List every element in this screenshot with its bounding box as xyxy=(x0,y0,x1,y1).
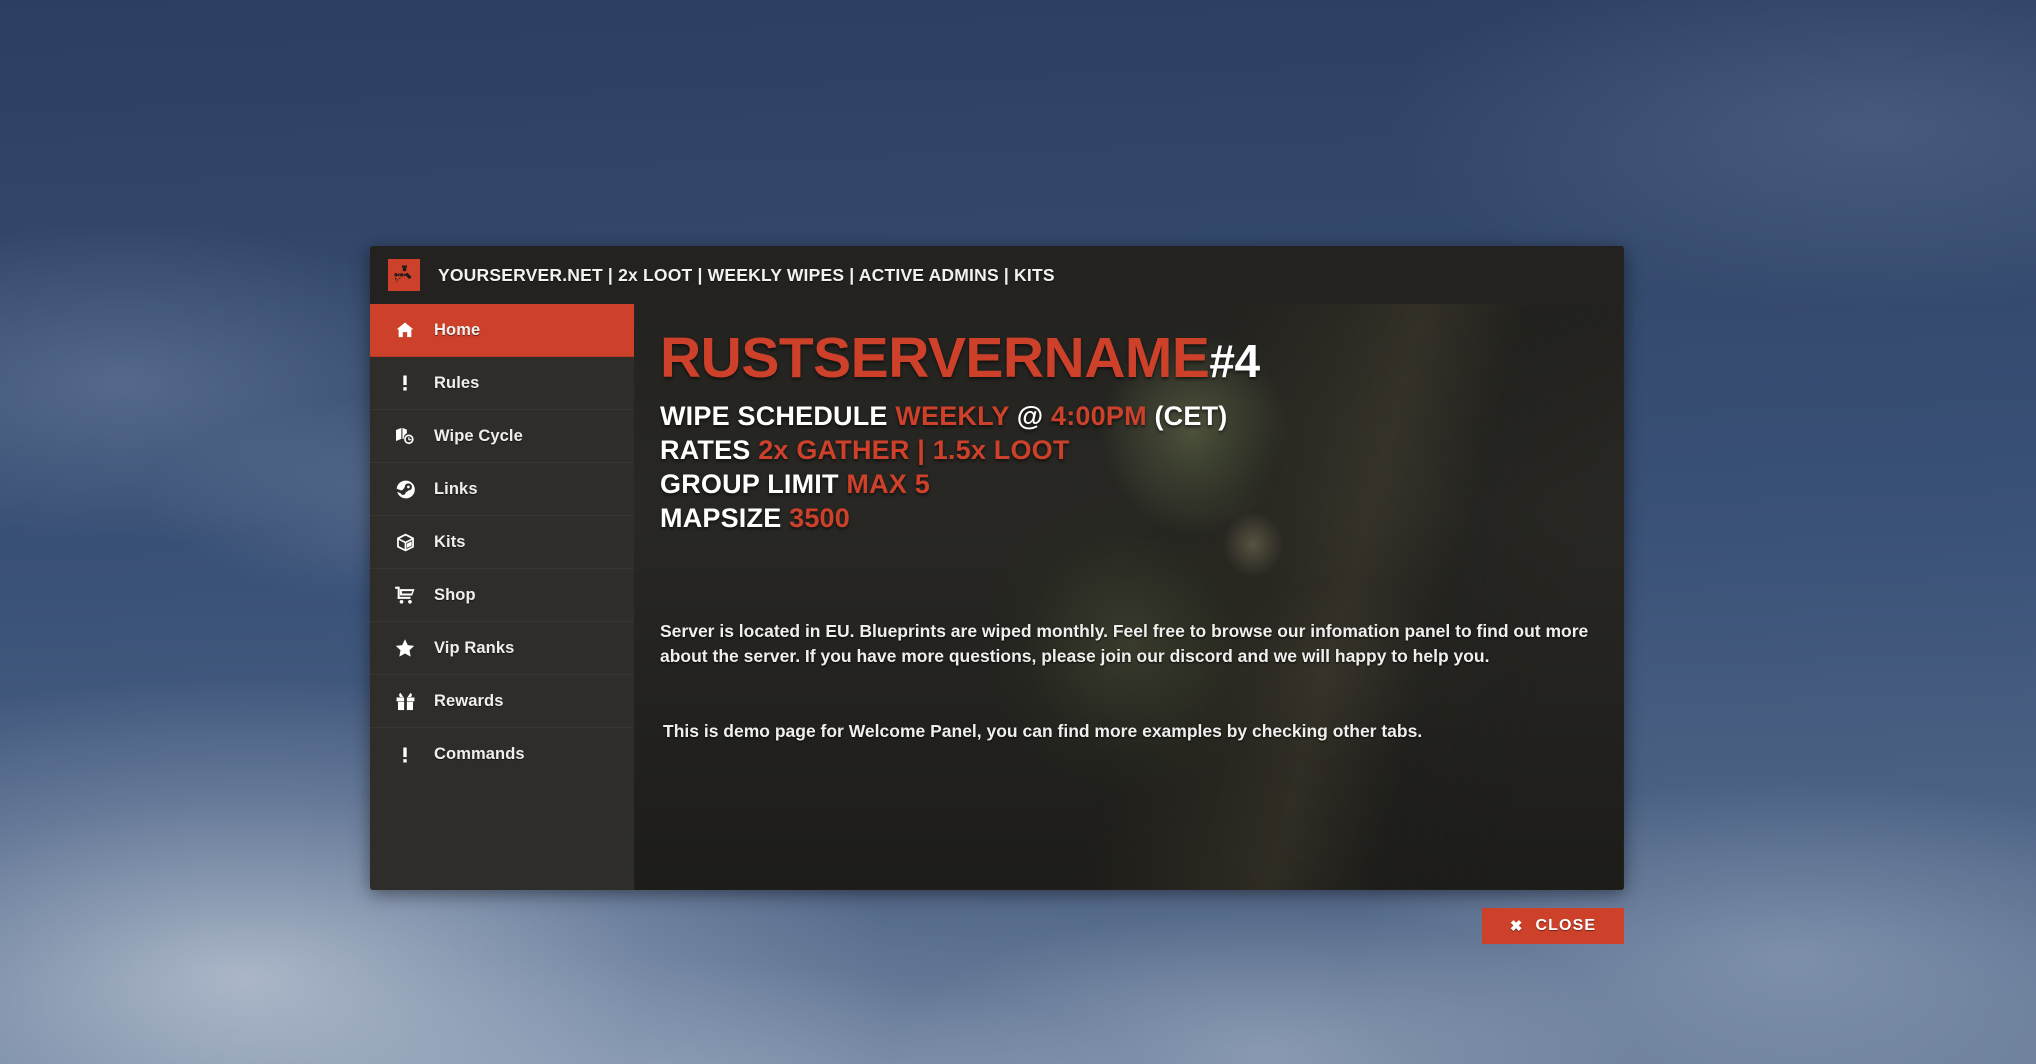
stat-group-limit: GROUP LIMIT MAX 5 xyxy=(660,467,1594,501)
sidebar-item-label: Commands xyxy=(434,745,525,763)
server-tagline: YOURSERVER.NET | 2x LOOT | WEEKLY WIPES … xyxy=(438,264,1055,285)
sidebar-item-commands[interactable]: Commands xyxy=(370,728,634,781)
sidebar-item-vip-ranks[interactable]: Vip Ranks xyxy=(370,622,634,675)
stat-suffix: (CET) xyxy=(1146,401,1228,431)
exclamation-icon xyxy=(392,745,418,765)
panel-body: Home Rules Wipe Cycle Links Kits Shop Vi… xyxy=(370,304,1624,890)
stat-value: MAX 5 xyxy=(846,469,930,500)
shopping-cart-icon xyxy=(392,584,418,606)
sidebar-item-rewards[interactable]: Rewards xyxy=(370,675,634,728)
stat-value-secondary: 4:00PM xyxy=(1051,401,1147,431)
sidebar-item-kits[interactable]: Kits xyxy=(370,516,634,569)
stat-wipe-schedule: WIPE SCHEDULE WEEKLY @ 4:00PM (CET) xyxy=(660,399,1594,433)
sidebar-item-rules[interactable]: Rules xyxy=(370,357,634,410)
stat-separator: @ xyxy=(1009,401,1052,431)
stat-mapsize: MAPSIZE 3500 xyxy=(660,501,1594,535)
server-name-text: RUSTSERVERNAME xyxy=(660,326,1210,390)
exclamation-icon xyxy=(392,373,418,393)
sidebar-item-links[interactable]: Links xyxy=(370,463,634,516)
stat-label: MAPSIZE xyxy=(660,503,790,534)
star-icon xyxy=(392,637,418,659)
map-clock-icon xyxy=(392,425,418,447)
server-stats-list: WIPE SCHEDULE WEEKLY @ 4:00PM (CET) RATE… xyxy=(660,399,1594,535)
sidebar-item-shop[interactable]: Shop xyxy=(370,569,634,622)
sidebar-nav: Home Rules Wipe Cycle Links Kits Shop Vi… xyxy=(370,304,634,890)
close-button-label: CLOSE xyxy=(1535,917,1597,934)
sidebar-item-label: Rewards xyxy=(434,691,504,710)
sidebar-item-label: Kits xyxy=(434,532,466,551)
server-number-text: #4 xyxy=(1209,335,1260,387)
sidebar-item-label: Shop xyxy=(434,585,476,604)
stat-rates: RATES 2x GATHER | 1.5x LOOT xyxy=(660,433,1594,467)
stat-value: 3500 xyxy=(789,503,850,534)
stat-value: 2x GATHER | 1.5x LOOT xyxy=(758,435,1070,466)
page-title: RUSTSERVERNAME#4 xyxy=(660,330,1594,387)
server-description: Server is located in EU. Blueprints are … xyxy=(660,621,1589,666)
stat-label: WIPE SCHEDULE xyxy=(660,401,896,431)
demo-note: This is demo page for Welcome Panel, you… xyxy=(663,720,1423,741)
welcome-panel: YOURSERVER.NET | 2x LOOT | WEEKLY WIPES … xyxy=(370,246,1624,890)
stat-value: WEEKLY xyxy=(895,401,1010,431)
sidebar-item-label: Home xyxy=(434,320,481,339)
stat-label: RATES xyxy=(660,435,759,466)
sidebar-item-label: Rules xyxy=(434,373,480,392)
close-x-icon: ✖ xyxy=(1509,918,1524,935)
box-icon xyxy=(392,532,418,553)
content-area: RUSTSERVERNAME#4 WIPE SCHEDULE WEEKLY @ … xyxy=(634,304,1624,890)
sidebar-item-label: Links xyxy=(434,479,478,498)
close-button[interactable]: ✖ CLOSE xyxy=(1482,908,1624,944)
sidebar-filler xyxy=(370,781,634,890)
sidebar-item-label: Wipe Cycle xyxy=(434,426,523,445)
sidebar-item-wipe-cycle[interactable]: Wipe Cycle xyxy=(370,410,634,463)
sidebar-item-home[interactable]: Home xyxy=(370,304,634,357)
stat-label: GROUP LIMIT xyxy=(660,469,847,500)
home-icon xyxy=(392,320,418,340)
steam-icon xyxy=(392,479,418,500)
gift-icon xyxy=(392,691,418,712)
panel-header: YOURSERVER.NET | 2x LOOT | WEEKLY WIPES … xyxy=(370,246,1624,304)
rust-logo-icon xyxy=(388,259,420,291)
sidebar-item-label: Vip Ranks xyxy=(434,638,515,657)
